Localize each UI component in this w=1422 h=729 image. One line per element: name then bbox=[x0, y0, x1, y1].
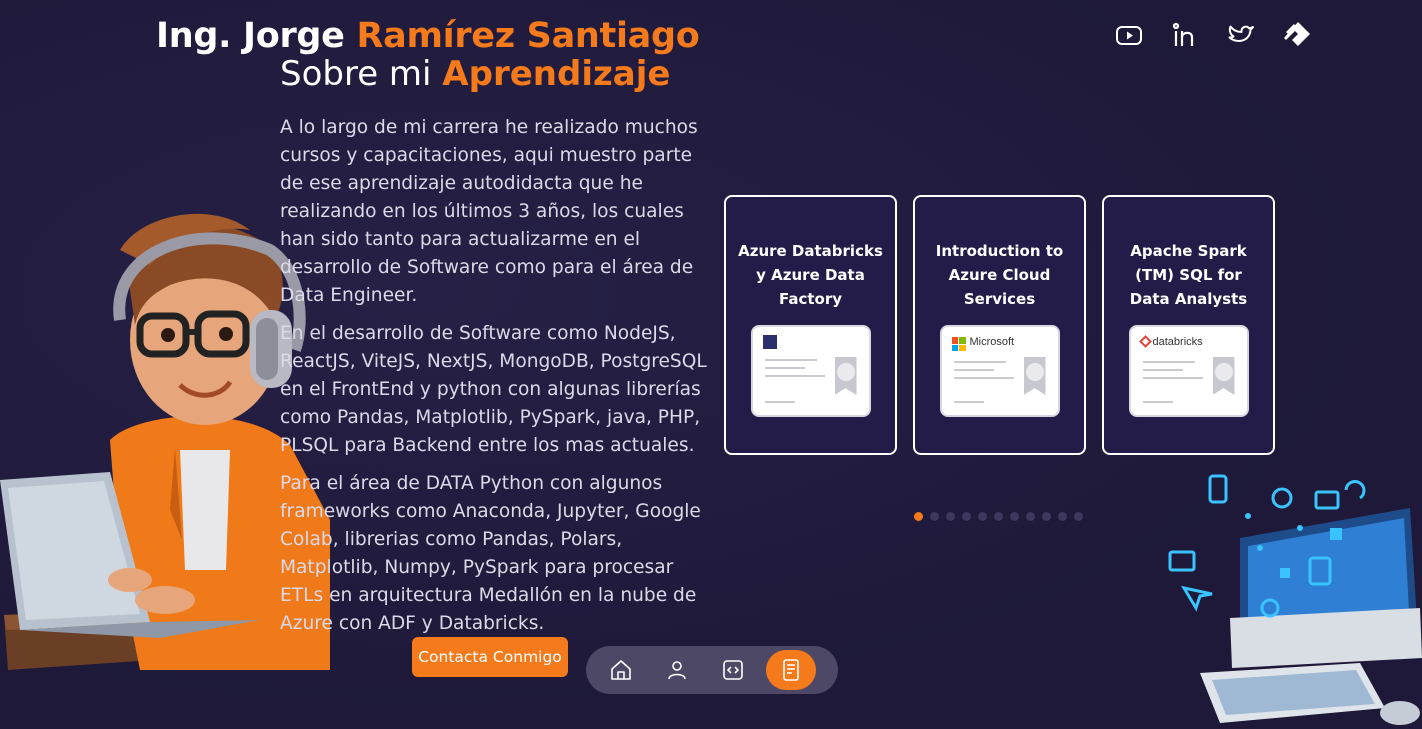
twitter-icon[interactable] bbox=[1224, 18, 1258, 52]
carousel-dot[interactable] bbox=[1058, 512, 1067, 521]
nav-about[interactable] bbox=[654, 650, 700, 690]
carousel-dot[interactable] bbox=[930, 512, 939, 521]
cert-logo-text: databricks bbox=[1152, 336, 1203, 348]
brand-logo-icon[interactable] bbox=[1280, 18, 1314, 52]
certificate-title: Introduction to Azure Cloud Services bbox=[935, 242, 1064, 308]
site-title-surname: Ramírez Santiago bbox=[356, 16, 700, 56]
certificate-card[interactable]: Apache Spark (TM) SQL for Data Analysts … bbox=[1102, 195, 1275, 455]
certificate-thumbnail[interactable]: Microsoft bbox=[939, 325, 1060, 417]
carousel-dot[interactable] bbox=[962, 512, 971, 521]
provider-logo-icon bbox=[762, 335, 777, 349]
about-text: A lo largo de mi carrera he realizado mu… bbox=[280, 114, 710, 648]
code-icon bbox=[723, 660, 743, 680]
seal-icon bbox=[1023, 357, 1046, 395]
certificate-title: Apache Spark (TM) SQL for Data Analysts bbox=[1129, 242, 1248, 308]
certificate-card[interactable]: Azure Databricks y Azure Data Factory bbox=[724, 195, 897, 455]
microsoft-logo-icon bbox=[951, 337, 966, 351]
carousel-dot[interactable] bbox=[914, 512, 923, 521]
cert-logo-text: Microsoft bbox=[969, 336, 1015, 348]
paragraph-data: Para el área de DATA Python con algunos … bbox=[280, 473, 701, 634]
nav-home[interactable] bbox=[598, 650, 644, 690]
certificate-card[interactable]: Introduction to Azure Cloud Services Mic… bbox=[913, 195, 1086, 455]
youtube-icon[interactable] bbox=[1112, 18, 1146, 52]
bottom-nav bbox=[586, 646, 838, 694]
databricks-logo-icon bbox=[1138, 335, 1152, 348]
home-icon bbox=[611, 660, 631, 680]
contact-button[interactable]: Contacta Conmigo bbox=[412, 637, 568, 677]
site-title: Ing. Jorge Ramírez Santiago bbox=[156, 16, 700, 56]
section-title: Sobre mi Aprendizaje bbox=[280, 54, 670, 94]
user-icon bbox=[668, 661, 686, 680]
linkedin-icon[interactable] bbox=[1168, 18, 1202, 52]
carousel-pagination bbox=[914, 512, 1083, 521]
certificate-thumbnail[interactable] bbox=[750, 325, 871, 417]
book-icon bbox=[783, 659, 799, 681]
certificate-title: Azure Databricks y Azure Data Factory bbox=[738, 242, 883, 308]
carousel-dot[interactable] bbox=[1026, 512, 1035, 521]
certificate-carousel: Azure Databricks y Azure Data Factory In… bbox=[724, 195, 1275, 455]
carousel-dot[interactable] bbox=[1010, 512, 1019, 521]
carousel-dot[interactable] bbox=[946, 512, 955, 521]
site-title-name: Ing. Jorge bbox=[156, 16, 357, 56]
section-title-accent: Aprendizaje bbox=[442, 54, 671, 94]
page: Ing. Jorge Ramírez Santiago Sobre mi Apr… bbox=[0, 0, 1422, 729]
computer-illustration bbox=[1168, 474, 1422, 725]
carousel-dot[interactable] bbox=[978, 512, 987, 521]
section-title-prefix: Sobre mi bbox=[280, 54, 443, 94]
paragraph-software: En el desarrollo de Software como NodeJS… bbox=[280, 323, 707, 456]
nav-projects[interactable] bbox=[710, 650, 756, 690]
carousel-dot[interactable] bbox=[1074, 512, 1083, 521]
seal-icon bbox=[834, 357, 857, 395]
social-links bbox=[1112, 18, 1314, 52]
paragraph-intro: A lo largo de mi carrera he realizado mu… bbox=[280, 117, 698, 306]
seal-icon bbox=[1212, 357, 1235, 395]
carousel-dot[interactable] bbox=[994, 512, 1003, 521]
nav-learning[interactable] bbox=[766, 650, 816, 690]
certificate-thumbnail[interactable]: databricks bbox=[1128, 325, 1249, 417]
carousel-dot[interactable] bbox=[1042, 512, 1051, 521]
